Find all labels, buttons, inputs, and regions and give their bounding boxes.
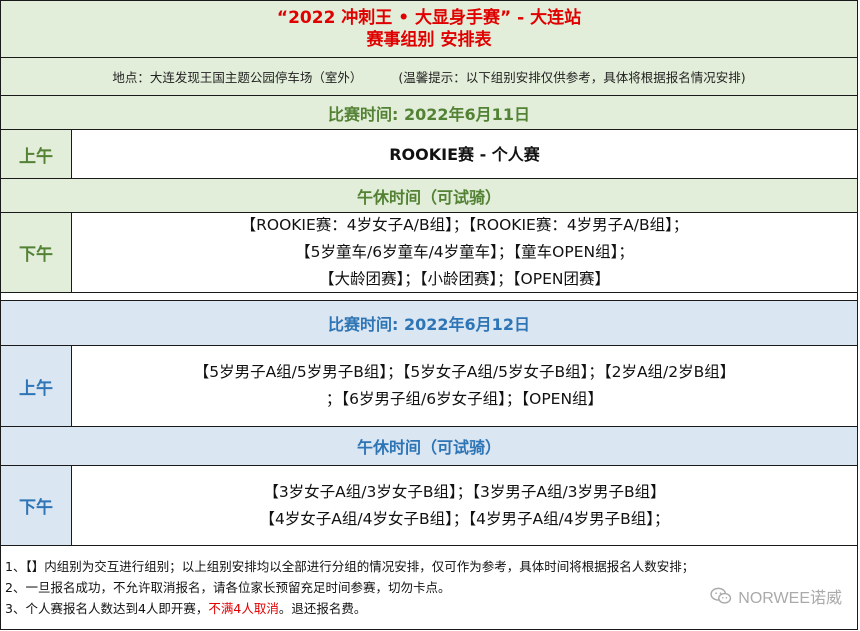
day1-afternoon-line-2: 【5岁童车/6岁童车/4岁童车】；【童车OPEN组】； (295, 243, 634, 261)
day2-morning-row: 上午 【5岁男子A组/5岁男子B组】；【5岁女子A组/5岁女子B组】；【2岁A组… (0, 346, 858, 427)
day2-morning-line-1: 【5岁男子A组/5岁男子B组】；【5岁女子A组/5岁女子B组】；【2岁A组/2岁… (193, 363, 736, 381)
day2-afternoon-line-1: 【3岁女子A组/3岁女子B组】；【3岁男子A组/3岁男子B组】 (263, 482, 666, 501)
day2-date-row: 比赛时间: 2022年6月12日 (0, 301, 858, 346)
day1-morning-label: 上午 (1, 130, 72, 178)
watermark: NORWEE诺威 (710, 584, 842, 608)
note-3-prefix: 3、个人赛报名人数达到4人即开赛， (5, 601, 209, 616)
schedule-sheet: “2022 冲刺王 • 大显身手赛” - 大连站 赛事组别 安排表 地点：大连发… (0, 0, 860, 631)
title-line-1: “2022 冲刺王 • 大显身手赛” - 大连站 (276, 8, 582, 28)
title-line-2: 赛事组别 安排表 (366, 30, 492, 50)
note-1: 1、【】内组别为交互进行组别；以上组别安排均以全部进行分组的情况安排，仅可作为参… (5, 559, 695, 574)
day1-date: 比赛时间: 2022年6月11日 (328, 104, 530, 124)
spacer-row (0, 293, 858, 301)
day1-afternoon-row: 下午 【ROOKIE赛：4岁女子A/B组】；【ROOKIE赛：4岁男子A/B组】… (0, 213, 858, 293)
location-text: 地点：大连发现王国主题公园停车场（室外） (112, 70, 363, 85)
day2-morning-content: 【5岁男子A组/5岁男子B组】；【5岁女子A组/5岁女子B组】；【2岁A组/2岁… (72, 346, 857, 426)
day1-morning-content: ROOKIE赛 - 个人赛 (72, 130, 857, 178)
day1-afternoon-content: 【ROOKIE赛：4岁女子A/B组】；【ROOKIE赛：4岁男子A/B组】； 【… (72, 213, 857, 292)
day2-date: 比赛时间: 2022年6月12日 (328, 315, 530, 334)
day2-afternoon-content: 【3岁女子A组/3岁女子B组】；【3岁男子A组/3岁男子B组】 【4岁女子A组/… (72, 466, 857, 545)
day2-afternoon-row: 下午 【3岁女子A组/3岁女子B组】；【3岁男子A组/3岁男子B组】 【4岁女子… (0, 466, 858, 546)
day1-morning-row: 上午 ROOKIE赛 - 个人赛 (0, 130, 858, 179)
day1-afternoon-line-1: 【ROOKIE赛：4岁女子A/B组】；【ROOKIE赛：4岁男子A/B组】； (240, 216, 689, 234)
location-row: 地点：大连发现王国主题公园停车场（室外） (温馨提示：以下组别安排仅供参考，具体… (0, 58, 858, 96)
day1-afternoon-line-3: 【大龄团赛】；【小龄团赛】；【OPEN团赛】 (319, 270, 610, 288)
watermark-text: NORWEE诺威 (738, 590, 842, 607)
day1-break-row: 午休时间（可试骑） (0, 179, 858, 213)
day2-morning-line-2: ；【6岁男子组/6岁女子组】；【OPEN组】 (325, 390, 604, 408)
tip-text: (温馨提示：以下组别安排仅供参考，具体将根据报名情况安排) (398, 70, 746, 85)
day1-date-row: 比赛时间: 2022年6月11日 (0, 96, 858, 130)
title-block: “2022 冲刺王 • 大显身手赛” - 大连站 赛事组别 安排表 (0, 0, 858, 58)
day2-afternoon-line-2: 【4岁女子A组/4岁女子B组】；【4岁男子A组/4岁男子B组】； (259, 509, 670, 528)
day1-break: 午休时间（可试骑） (356, 187, 501, 207)
wechat-icon (710, 587, 732, 604)
day1-morning-text: ROOKIE赛 - 个人赛 (389, 144, 540, 164)
day2-morning-label: 上午 (1, 346, 72, 426)
day1-afternoon-label: 下午 (1, 213, 72, 292)
day2-break: 午休时间（可试骑） (356, 438, 501, 457)
location-info: 地点：大连发现王国主题公园停车场（室外） (温馨提示：以下组别安排仅供参考，具体… (112, 67, 745, 86)
note-3-suffix: 。退还报名费。 (278, 601, 367, 616)
day2-break-row: 午休时间（可试骑） (0, 427, 858, 466)
note-3-warning: 不满4人取消 (208, 601, 279, 616)
day2-afternoon-label: 下午 (1, 466, 72, 545)
